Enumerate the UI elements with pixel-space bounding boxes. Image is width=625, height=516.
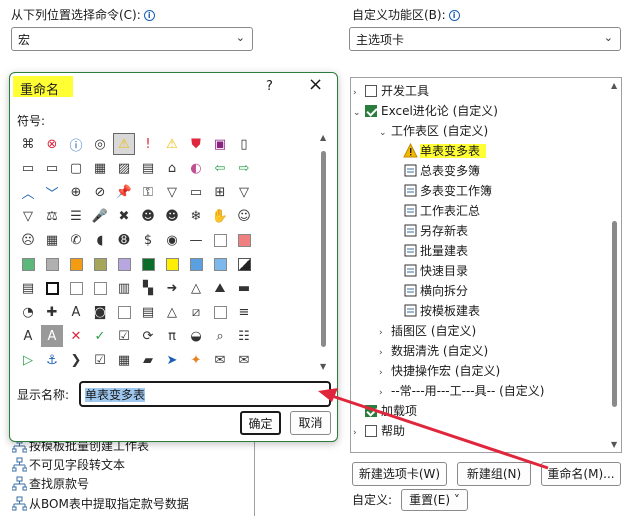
annotation-arrow bbox=[318, 388, 549, 470]
